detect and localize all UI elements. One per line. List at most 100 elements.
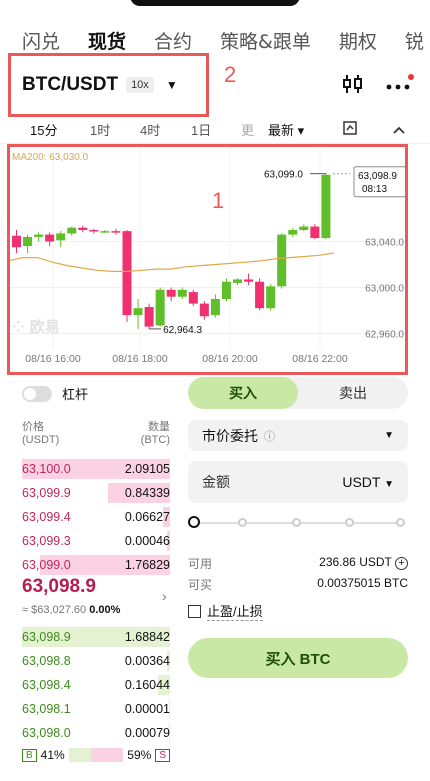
- available-label: 可用: [188, 557, 213, 571]
- available-row: 可用 236.86 USDT +: [188, 555, 408, 572]
- bid-price: 63,098.9: [22, 630, 71, 644]
- ask-qty: 0.00046: [124, 534, 170, 548]
- sell-ratio-badge: S: [155, 748, 170, 762]
- tp-sl-label: 止盈/止损: [207, 601, 263, 621]
- last-price-usd-value: ≈ $63,027.60: [22, 604, 87, 616]
- buyable-label: 可买: [188, 578, 213, 592]
- tab-strategy[interactable]: 策略&跟单: [220, 27, 311, 54]
- buy-sell-tabs: 买入 卖出: [188, 377, 408, 409]
- ask-row[interactable]: 63,099.0 1.76829: [22, 553, 170, 577]
- caret-down-icon: ▼: [384, 430, 394, 441]
- slider-node-100[interactable]: [396, 518, 405, 527]
- last-price: 63,098.9: [22, 576, 96, 597]
- ask-price: 63,100.0: [22, 462, 71, 476]
- tf-more[interactable]: 更: [241, 120, 254, 139]
- amount-unit-select[interactable]: USDT ▼: [342, 474, 394, 490]
- bid-price: 63,098.4: [22, 678, 71, 692]
- tp-sl-row: 止盈/止损: [188, 601, 263, 621]
- pair-actions: [342, 73, 414, 99]
- bid-price: 63,098.1: [22, 702, 71, 716]
- notification-dot: [408, 73, 414, 80]
- tab-spot[interactable]: 现货: [88, 27, 126, 54]
- annotation-box-1: [7, 144, 408, 375]
- bid-row[interactable]: 63,098.9 1.68842: [22, 625, 170, 649]
- ask-row[interactable]: 63,099.4 0.06627: [22, 505, 170, 529]
- ask-qty: 0.84339: [124, 486, 170, 500]
- buy-tab[interactable]: 买入: [188, 377, 298, 409]
- amount-slider[interactable]: [188, 514, 406, 532]
- price-type-select[interactable]: 最新 ▾: [268, 120, 304, 139]
- available-value-wrap: 236.86 USDT +: [319, 555, 408, 572]
- annotation-label-2: 2: [224, 62, 237, 87]
- buy-ratio-badge: B: [22, 748, 37, 762]
- slider-handle[interactable]: [188, 516, 200, 528]
- buy-sell-ratio: B 41% 59% S: [22, 746, 170, 764]
- qty-header: 数量 (BTC): [140, 421, 170, 446]
- sell-tab[interactable]: 卖出: [298, 377, 408, 409]
- bid-qty: 0.00079: [124, 726, 170, 740]
- amount-unit: USDT: [342, 474, 381, 490]
- bid-row[interactable]: 63,098.4 0.16044: [22, 673, 170, 697]
- ask-price: 63,099.3: [22, 534, 71, 548]
- bid-row[interactable]: 63,098.1 0.00001: [22, 697, 170, 721]
- tp-sl-checkbox[interactable]: [188, 604, 201, 618]
- tab-options[interactable]: 期权: [339, 27, 377, 54]
- collapse-chart-icon[interactable]: [393, 122, 405, 137]
- margin-toggle-row: 杠杆: [22, 384, 88, 403]
- tf-1h[interactable]: 1时: [90, 120, 110, 139]
- bid-price: 63,098.0: [22, 726, 71, 740]
- price-type-label: 最新: [268, 123, 295, 138]
- bid-qty: 0.00364: [124, 654, 170, 668]
- buyable-row: 可买 0.00375015 BTC: [188, 576, 408, 593]
- more-icon[interactable]: [386, 73, 414, 96]
- buy-button[interactable]: 买入 BTC: [188, 638, 408, 678]
- ask-row[interactable]: 63,099.3 0.00046: [22, 529, 170, 553]
- ask-qty: 1.76829: [124, 558, 170, 572]
- tab-swap[interactable]: 闪兑: [22, 27, 60, 54]
- ask-row[interactable]: 63,100.0 2.09105: [22, 457, 170, 481]
- order-type-select[interactable]: 市价委托 ⓘ ▼: [188, 420, 408, 451]
- add-funds-icon[interactable]: +: [395, 557, 408, 570]
- bid-qty: 0.00001: [124, 702, 170, 716]
- slider-node-75[interactable]: [345, 518, 354, 527]
- available-value: 236.86 USDT: [319, 555, 392, 569]
- ask-qty: 2.09105: [124, 462, 170, 476]
- slider-node-50[interactable]: [292, 518, 301, 527]
- bid-qty: 0.16044: [124, 678, 170, 692]
- tf-4h[interactable]: 4时: [140, 120, 160, 139]
- caret-down-icon: ▼: [384, 479, 394, 490]
- order-type-label: 市价委托: [202, 427, 258, 444]
- tab-more[interactable]: 锐: [405, 27, 424, 54]
- sell-ratio-value: 59%: [127, 748, 152, 762]
- last-price-change: 0.00%: [89, 604, 121, 616]
- bid-row[interactable]: 63,098.0 0.00079: [22, 721, 170, 745]
- ask-row[interactable]: 63,099.9 0.84339: [22, 481, 170, 505]
- ask-price: 63,099.9: [22, 486, 71, 500]
- chevron-right-icon[interactable]: ›: [162, 588, 167, 604]
- tab-futures[interactable]: 合约: [154, 27, 192, 54]
- bid-row[interactable]: 63,098.8 0.00364: [22, 649, 170, 673]
- device-notch: [130, 0, 300, 6]
- buyable-value: 0.00375015 BTC: [317, 576, 408, 590]
- amount-field[interactable]: 金额 USDT ▼: [188, 461, 408, 503]
- margin-toggle[interactable]: [22, 385, 52, 402]
- bid-qty: 1.68842: [124, 630, 170, 644]
- ask-price: 63,099.0: [22, 558, 71, 572]
- orderbook-header: 价格 (USDT) 数量 (BTC): [22, 421, 170, 447]
- amount-label: 金额: [202, 474, 230, 490]
- ask-price: 63,099.4: [22, 510, 71, 524]
- ask-qty: 0.06627: [124, 510, 170, 524]
- buy-ratio-value: 41%: [40, 748, 65, 762]
- tf-15m[interactable]: 15分: [30, 120, 57, 139]
- slider-node-25[interactable]: [238, 518, 247, 527]
- annotation-box-2: [8, 53, 209, 117]
- chart-settings-icon[interactable]: [343, 121, 357, 138]
- candle-chart-icon[interactable]: [342, 74, 364, 99]
- margin-toggle-label: 杠杆: [62, 387, 89, 402]
- tf-1d[interactable]: 1日: [191, 120, 211, 139]
- bid-price: 63,098.8: [22, 654, 71, 668]
- ratio-bar: [68, 748, 124, 762]
- chart-toolbar: 15分 1时 4时 1日 更 最新 ▾: [0, 116, 430, 144]
- last-price-usd: ≈ $63,027.60 0.00%: [22, 604, 120, 616]
- info-icon[interactable]: ⓘ: [264, 428, 275, 444]
